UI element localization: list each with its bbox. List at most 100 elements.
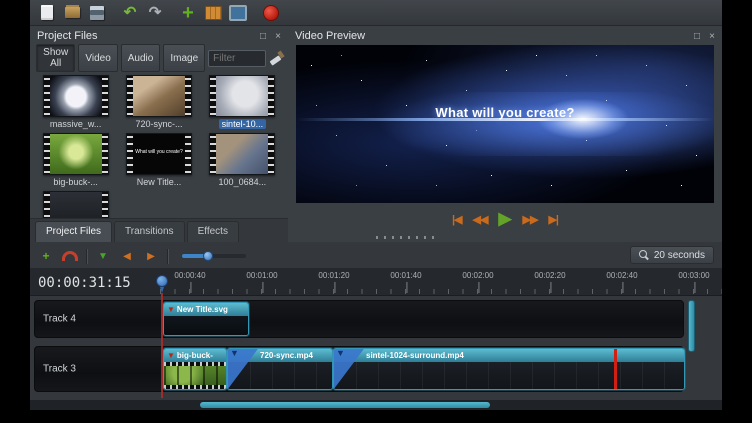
filter-row: Show AllVideoAudioImage [36, 48, 284, 68]
track-row[interactable]: Track 4 ▼New Title.svg [34, 300, 684, 338]
track-name: Track 4 [43, 314, 76, 325]
video-preview-panel: Video Preview □ × What will you create? … [288, 26, 722, 242]
rewind-button[interactable]: ◀◀ [473, 213, 488, 226]
track-name: Track 3 [43, 364, 76, 375]
open-project-icon[interactable] [63, 4, 81, 22]
project-files-panel: Project Files □ × Show AllVideoAudioImag… [30, 26, 288, 218]
ruler-label: 00:03:00 [678, 271, 709, 280]
new-project-icon[interactable] [38, 4, 56, 22]
tab-transitions[interactable]: Transitions [114, 221, 185, 242]
choose-profile-icon[interactable] [204, 4, 222, 22]
timeline-ruler[interactable]: 00:00:31:15 00:00:4000:01:0000:01:2000:0… [30, 268, 722, 296]
playhead-time: 00:00:31:15 [38, 275, 131, 291]
file-thumbnail [126, 75, 192, 117]
import-files-icon[interactable]: + [179, 4, 197, 22]
clip-header: sintel-1024-surround.mp4 [334, 349, 684, 362]
next-marker-icon[interactable]: ▶ [143, 248, 159, 264]
filter-input[interactable] [208, 50, 266, 67]
file-thumbnail [43, 133, 109, 175]
export-video-icon[interactable] [262, 4, 280, 22]
snapping-icon[interactable] [62, 248, 78, 264]
project-file-item[interactable]: massive_w... [36, 75, 116, 129]
filter-image-button[interactable]: Image [163, 44, 205, 72]
clip-header: ▼New Title.svg [164, 303, 248, 316]
filter-show-all-button[interactable]: Show All [36, 44, 75, 72]
jump-to-end-button[interactable]: ▶| [548, 213, 558, 226]
playhead-marker[interactable] [156, 275, 168, 287]
fast-forward-button[interactable]: ▶▶ [523, 213, 538, 226]
tab-project-files[interactable]: Project Files [35, 221, 112, 242]
transition-arrow-icon: ▼ [230, 349, 239, 358]
transition-overlay[interactable]: ▼ [228, 349, 258, 389]
transport-controls: |◀◀◀▶▶▶▶| [288, 209, 722, 229]
ruler-label: 00:00:40 [174, 271, 205, 280]
horizontal-scrollbar-track[interactable] [30, 400, 722, 410]
playhead-line [161, 293, 163, 398]
play-button[interactable]: ▶ [498, 209, 511, 229]
transition-arrow-icon: ▼ [336, 349, 345, 358]
tracks-area: Track 4▼New Title.svgTrack 3▼big-buck-72… [30, 296, 722, 400]
project-files-dock-icons: □ × [254, 30, 281, 42]
close-icon[interactable]: × [709, 31, 715, 42]
project-file-item[interactable]: big-buck-... [36, 133, 116, 187]
splitter-handle[interactable] [376, 236, 436, 239]
lens-flare-glow [296, 92, 714, 155]
file-label: sintel-10... [219, 119, 267, 129]
openshot-window: ↶ ↷ + Project Files □ × Show AllVideoAudio… [30, 0, 722, 410]
save-project-icon[interactable] [88, 4, 106, 22]
project-file-item[interactable]: 100_0684... [202, 133, 282, 187]
vertical-scrollbar[interactable] [688, 300, 695, 352]
timeline-clip[interactable]: sintel-1024-surround.mp4▼ [333, 348, 685, 390]
clip-body [334, 362, 684, 389]
clip-label: 720-sync.mp4 [260, 351, 313, 360]
previous-marker-icon[interactable]: ◀ [119, 248, 135, 264]
undock-icon[interactable]: □ [694, 31, 700, 42]
filter-video-button[interactable]: Video [78, 44, 117, 72]
file-thumbnail [209, 133, 275, 175]
file-thumbnail [209, 75, 275, 117]
file-label: 100_0684... [216, 177, 270, 187]
timeline-clip[interactable]: 720-sync.mp4 ▼ [227, 348, 333, 390]
clip-body [164, 316, 248, 335]
clear-filter-icon[interactable] [269, 50, 284, 66]
horizontal-scrollbar-thumb[interactable] [200, 402, 490, 408]
redo-icon[interactable]: ↷ [146, 4, 164, 22]
file-thumbnail: What will you create? [126, 133, 192, 175]
project-file-item[interactable]: What will you create?New Title... [119, 133, 199, 187]
dock-tabs: Project FilesTransitionsEffects [30, 218, 288, 242]
project-file-item[interactable]: sintel-10... [202, 75, 282, 129]
project-files-header: Project Files □ × [30, 26, 288, 45]
main-toolbar: ↶ ↷ + [30, 0, 722, 26]
timeline-clip[interactable]: ▼big-buck- [163, 348, 227, 390]
close-icon[interactable]: × [275, 31, 281, 42]
ruler-label: 00:01:20 [318, 271, 349, 280]
jump-to-start-button[interactable]: |◀ [452, 213, 462, 226]
filter-audio-button[interactable]: Audio [121, 44, 161, 72]
ruler-label: 00:02:20 [534, 271, 565, 280]
ruler-scale: 00:00:4000:01:0000:01:2000:01:4000:02:00… [160, 268, 722, 295]
zoom-slider-knob[interactable] [203, 251, 213, 261]
timeline-panel: +▼◀▶ 20 seconds 00:00:31:15 00:00:4000:0… [30, 242, 722, 410]
project-file-item[interactable]: 720-sync-... [119, 75, 199, 129]
zoom-level[interactable]: 20 seconds [630, 246, 714, 264]
video-preview-dock-icons: □ × [688, 30, 715, 42]
project-file-item[interactable] [36, 191, 116, 218]
project-files-title: Project Files [37, 30, 98, 42]
file-label: 720-sync-... [132, 119, 185, 129]
track-row[interactable]: Track 3▼big-buck-720-sync.mp4▼sintel-102… [34, 346, 684, 392]
video-preview-title: Video Preview [295, 30, 365, 42]
zoom-icon [639, 250, 649, 260]
add-marker-icon[interactable]: ▼ [95, 248, 111, 264]
zoom-label: 20 seconds [654, 250, 705, 261]
thumbnail-grid: massive_w... 720-sync-... sintel-10... big-… [32, 71, 286, 218]
tab-effects[interactable]: Effects [187, 221, 239, 242]
video-canvas[interactable]: What will you create? [296, 45, 714, 203]
undo-icon[interactable]: ↶ [121, 4, 139, 22]
timeline-toolbar: + ▼ ◀ ▶ [30, 244, 632, 268]
zoom-slider[interactable] [182, 254, 246, 258]
transition-overlay[interactable]: ▼ [334, 349, 364, 389]
add-track-icon[interactable]: + [38, 248, 54, 264]
undock-icon[interactable]: □ [260, 31, 266, 42]
fullscreen-icon[interactable] [229, 4, 247, 22]
timeline-clip[interactable]: ▼New Title.svg [163, 302, 249, 336]
